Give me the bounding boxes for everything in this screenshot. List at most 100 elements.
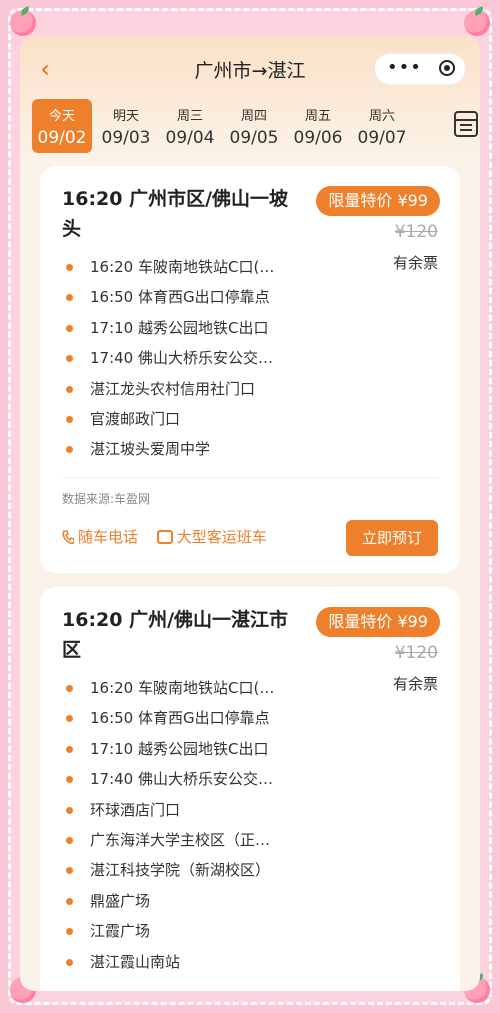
- price-badge: 限量特价 ¥99: [316, 186, 440, 216]
- bullet-dot-icon: [66, 446, 73, 454]
- bullet-dot-icon: [66, 897, 73, 905]
- date-tab-day: 今天: [48, 109, 75, 124]
- peach-decoration-icon: [464, 10, 490, 36]
- original-price: ¥120: [394, 222, 438, 242]
- availability-status: 有余票: [392, 675, 438, 693]
- stop-item: 江霞广场: [66, 916, 316, 946]
- stop-item: 湛江科技学院（新湖校区）: [66, 855, 316, 885]
- stop-item: 湛江坡头爱周中学: [66, 434, 316, 464]
- bullet-dot-icon: [66, 745, 73, 753]
- date-tab-sat[interactable]: 周六 09/07: [352, 99, 412, 153]
- stop-list: 16:20 车陂南地铁站C口(… 16:50 体育西G出口停靠点 17:10 越…: [66, 673, 316, 977]
- bullet-dot-icon: [66, 715, 73, 723]
- price-badge: 限量特价 ¥99: [316, 607, 440, 637]
- phone-label: 随车电话: [78, 528, 139, 546]
- card-actions: 随车电话 大型客运班车: [62, 526, 267, 547]
- stop-label: 江霞广场: [90, 922, 151, 941]
- bullet-dot-icon: [66, 958, 73, 966]
- stop-item: 鼎盛广场: [66, 886, 316, 916]
- stop-item: 17:40 佛山大桥乐安公交…: [66, 764, 316, 794]
- bullet-dot-icon: [66, 355, 73, 363]
- bullet-dot-icon: [66, 264, 73, 271]
- bullet-dot-icon: [66, 928, 73, 936]
- stop-label: 湛江科技学院（新湖校区）: [90, 861, 271, 880]
- bus-icon: [156, 530, 173, 544]
- bullet-dot-icon: [66, 867, 73, 875]
- stop-item: 16:20 车陂南地铁站C口(…: [66, 252, 316, 282]
- stop-label: 湛江坡头爱周中学: [90, 440, 211, 459]
- original-price: ¥120: [394, 643, 438, 663]
- stop-label: 湛江龙头农村信用社门口: [90, 379, 256, 398]
- book-now-button[interactable]: 立即预订: [346, 520, 438, 556]
- stop-item: 环球酒店门口: [66, 795, 316, 825]
- bullet-dot-icon: [66, 685, 73, 692]
- date-tab-day: 周五: [304, 109, 331, 124]
- back-icon[interactable]: ‹: [30, 54, 60, 84]
- bullet-dot-icon: [66, 806, 73, 814]
- stop-item: 湛江龙头农村信用社门口: [66, 374, 316, 404]
- bullet-dot-icon: [66, 324, 73, 332]
- stop-item: 官渡邮政门口: [66, 404, 316, 434]
- bus-type-label: 大型客运班车: [176, 528, 267, 546]
- stop-item: 17:40 佛山大桥乐安公交…: [66, 343, 316, 373]
- bullet-dot-icon: [66, 836, 73, 844]
- stop-label: 16:50 体育西G出口停靠点: [90, 709, 270, 728]
- date-tab-date: 09/05: [229, 128, 279, 148]
- bullet-dot-icon: [66, 776, 73, 784]
- date-tab-date: 09/07: [357, 128, 407, 148]
- stop-item: 16:50 体育西G出口停靠点: [66, 282, 316, 312]
- stop-label: 17:40 佛山大桥乐安公交…: [90, 349, 273, 368]
- phone-link[interactable]: 随车电话: [62, 528, 143, 546]
- mini-program-capsule: •••: [374, 53, 466, 85]
- date-tab-date: 09/06: [293, 128, 343, 148]
- stop-label: 16:20 车陂南地铁站C口(…: [90, 679, 275, 697]
- date-tab-day: 周六: [368, 109, 395, 124]
- trip-card[interactable]: 16:20 广州/佛山一湛江市区 限量特价 ¥99 ¥120 有余票 16:20…: [40, 587, 460, 991]
- phone-icon: [62, 530, 74, 544]
- stop-label: 鼎盛广场: [90, 891, 151, 910]
- trip-card[interactable]: 16:20 广州市区/佛山一坡头 限量特价 ¥99 ¥120 有余票 16:20…: [40, 166, 460, 573]
- bus-type-link[interactable]: 大型客运班车: [156, 528, 267, 546]
- stop-item: 17:10 越秀公园地铁C出口: [66, 734, 316, 764]
- stop-label: 17:40 佛山大桥乐安公交…: [90, 770, 273, 789]
- page-title: 广州市→湛江: [194, 60, 306, 82]
- stop-item: 湛江霞山南站: [66, 947, 316, 977]
- stop-item: 广东海洋大学主校区（正…: [66, 825, 316, 855]
- close-target-icon[interactable]: [439, 60, 455, 76]
- date-tab-day: 周四: [240, 109, 267, 124]
- divider: [62, 477, 438, 478]
- stop-label: 环球酒店门口: [90, 800, 181, 819]
- stop-item: 16:50 体育西G出口停靠点: [66, 703, 316, 733]
- nav-bar: ‹ 广州市→湛江 •••: [20, 50, 480, 90]
- bullet-dot-icon: [66, 385, 73, 393]
- stop-label: 官渡邮政门口: [90, 409, 181, 428]
- stop-label: 17:10 越秀公园地铁C出口: [90, 318, 269, 337]
- date-tab-thu[interactable]: 周四 09/05: [224, 99, 284, 153]
- date-tab-fri[interactable]: 周五 09/06: [288, 99, 348, 153]
- date-tab-tomorrow[interactable]: 明天 09/03: [96, 99, 156, 153]
- stop-item: 16:20 车陂南地铁站C口(…: [66, 673, 316, 703]
- date-tab-today[interactable]: 今天 09/02: [32, 99, 92, 153]
- date-tab-date: 09/02: [37, 128, 87, 148]
- stop-list: 16:20 车陂南地铁站C口(… 16:50 体育西G出口停靠点 17:10 越…: [66, 252, 316, 465]
- stop-label: 17:10 越秀公园地铁C出口: [90, 739, 269, 758]
- bullet-dot-icon: [66, 415, 73, 423]
- more-icon[interactable]: •••: [387, 57, 422, 78]
- date-selector: 今天 09/02 明天 09/03 周三 09/04 周四 09/05 周五 0…: [32, 99, 480, 155]
- calendar-icon[interactable]: [454, 111, 478, 137]
- stop-item: 17:10 越秀公园地铁C出口: [66, 313, 316, 343]
- data-source: 数据来源:车盈网: [62, 492, 151, 506]
- trip-title: 16:20 广州/佛山一湛江市区: [62, 609, 289, 661]
- stop-label: 16:50 体育西G出口停靠点: [90, 288, 270, 307]
- stop-label: 湛江霞山南站: [90, 952, 181, 971]
- availability-status: 有余票: [392, 254, 438, 272]
- main-panel: ‹ 广州市→湛江 ••• 今天 09/02 明天 09/03 周三 09/04 …: [20, 36, 480, 991]
- date-tab-wed[interactable]: 周三 09/04: [160, 99, 220, 153]
- stop-label: 广东海洋大学主校区（正…: [90, 830, 271, 849]
- date-tab-date: 09/03: [101, 128, 151, 148]
- date-tab-date: 09/04: [165, 128, 215, 148]
- trip-title: 16:20 广州市区/佛山一坡头: [62, 188, 289, 240]
- peach-decoration-icon: [10, 10, 36, 36]
- bullet-dot-icon: [66, 294, 73, 302]
- date-tab-day: 周三: [176, 109, 203, 124]
